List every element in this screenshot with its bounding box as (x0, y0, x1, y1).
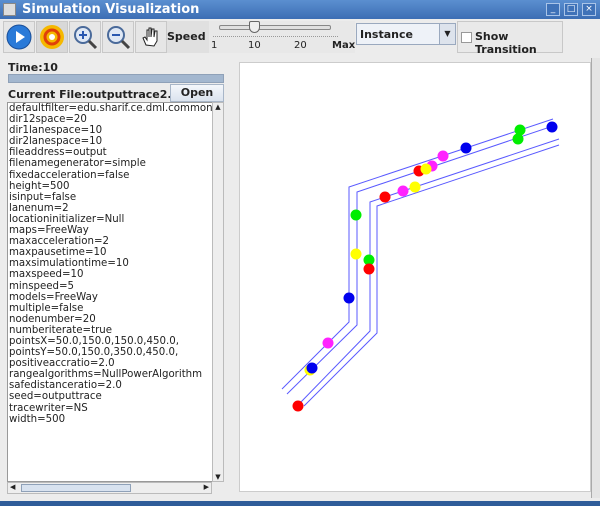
show-transition-label: Show Transition (475, 30, 537, 56)
tick-label: Max (332, 40, 356, 51)
property-item: nodenumber=20 (9, 313, 96, 325)
property-item: numberiterate=true (9, 324, 112, 336)
view-mode-select[interactable]: Instance ▼ (356, 23, 456, 45)
play-icon (6, 24, 32, 50)
node-yellow (409, 181, 421, 193)
open-button[interactable]: Open (170, 84, 224, 102)
node-blue (460, 142, 472, 154)
property-item: multiple=false (9, 302, 84, 314)
property-item: fixedacceleration=false (9, 169, 130, 181)
chevron-down-icon[interactable]: ▼ (439, 24, 455, 44)
node-yellow (420, 163, 432, 175)
property-item: maxpausetime=10 (9, 247, 107, 259)
play-button[interactable] (3, 21, 35, 53)
taskbar (0, 501, 600, 506)
current-file-label: Current File:outputtrace2.nam (8, 88, 170, 101)
show-transition-checkbox[interactable] (461, 32, 472, 43)
tick-label: 1 (211, 40, 218, 51)
property-item: fileaddress=output (9, 147, 107, 159)
property-item: dir2lanespace=10 (9, 136, 103, 148)
property-item: models=FreeWay (9, 291, 98, 303)
property-item: pointsX=50.0,150.0,150.0,450.0, (9, 335, 179, 347)
app-icon (3, 3, 16, 16)
property-item: pointsY=50.0,150.0,350.0,450.0, (9, 347, 179, 359)
horizontal-scrollbar[interactable]: ◀ ▶ (7, 482, 212, 494)
pan-button[interactable] (135, 21, 167, 53)
show-transition-toggle[interactable]: Show Transition (457, 21, 563, 56)
time-progress-bar (8, 74, 224, 83)
scroll-up-icon[interactable]: ▲ (213, 103, 223, 111)
node-green (512, 133, 524, 145)
property-item: maps=FreeWay (9, 225, 89, 237)
simulation-canvas[interactable] (239, 62, 591, 492)
property-item: maxspeed=10 (9, 269, 84, 281)
property-item: rangealgorithms=NullPowerAlgorithm (9, 369, 203, 381)
node-red (379, 191, 391, 203)
minimize-button[interactable]: _ (546, 3, 560, 16)
property-item: dir1lanespace=10 (9, 125, 103, 137)
scroll-thumb[interactable] (21, 484, 131, 492)
property-item: maxacceleration=2 (9, 236, 109, 248)
reset-button[interactable] (36, 21, 68, 53)
property-item: tracewriter=NS (9, 402, 88, 414)
property-item: dir12space=20 (9, 114, 87, 126)
property-item: seed=outputtrace (9, 391, 102, 403)
property-item: positiveaccratio=2.0 (9, 358, 115, 370)
node-blue (546, 121, 558, 133)
zoom-in-button[interactable] (69, 21, 101, 53)
scroll-left-icon[interactable]: ◀ (10, 483, 15, 491)
close-button[interactable]: × (582, 3, 596, 16)
node-red (292, 400, 304, 412)
zoom-in-icon (74, 26, 98, 50)
window-title: Simulation Visualization (22, 2, 200, 17)
property-item: isinput=false (9, 191, 77, 203)
property-item: lanenum=2 (9, 202, 69, 214)
property-item: safedistanceratio=2.0 (9, 380, 122, 392)
properties-list[interactable]: defaultfilter=edu.sharif.ce.dml.common.d… (7, 102, 213, 482)
right-scrollbar[interactable] (591, 58, 600, 498)
node-magenta (437, 150, 449, 162)
title-bar: Simulation Visualization (0, 0, 600, 19)
speed-slider[interactable]: 1 10 20 Max (209, 21, 355, 53)
property-item: maxsimulationtime=10 (9, 258, 129, 270)
tick-label: 20 (294, 40, 307, 51)
node-yellow (350, 248, 362, 260)
view-mode-value: Instance (360, 28, 413, 41)
property-item: width=500 (9, 413, 66, 425)
scroll-down-icon[interactable]: ▼ (213, 473, 223, 481)
lane-line (299, 138, 560, 404)
time-label: Time:10 (8, 61, 58, 74)
lane-line (303, 144, 560, 407)
node-magenta (397, 185, 409, 197)
lane-line (281, 118, 554, 390)
speed-label: Speed (167, 21, 209, 53)
hand-icon (142, 27, 158, 47)
property-item: height=500 (9, 180, 70, 192)
node-magenta (322, 337, 334, 349)
node-green (350, 209, 362, 221)
property-item: defaultfilter=edu.sharif.ce.dml.common.d… (9, 103, 213, 114)
scroll-right-icon[interactable]: ▶ (204, 483, 209, 491)
simulation-map (281, 118, 560, 412)
property-item: minspeed=5 (9, 280, 75, 292)
node-blue (306, 362, 318, 374)
node-blue (343, 292, 355, 304)
node-red (363, 263, 375, 275)
zoom-out-icon (107, 26, 131, 50)
tick-label: 10 (248, 40, 261, 51)
property-item: filenamegenerator=simple (9, 158, 146, 170)
zoom-out-button[interactable] (102, 21, 134, 53)
maximize-button[interactable]: □ (564, 3, 578, 16)
vertical-scrollbar[interactable]: ▲ ▼ (212, 102, 224, 482)
slider-thumb[interactable] (249, 21, 260, 33)
property-item: locationinitializer=Null (9, 213, 125, 225)
refresh-icon (40, 25, 64, 49)
